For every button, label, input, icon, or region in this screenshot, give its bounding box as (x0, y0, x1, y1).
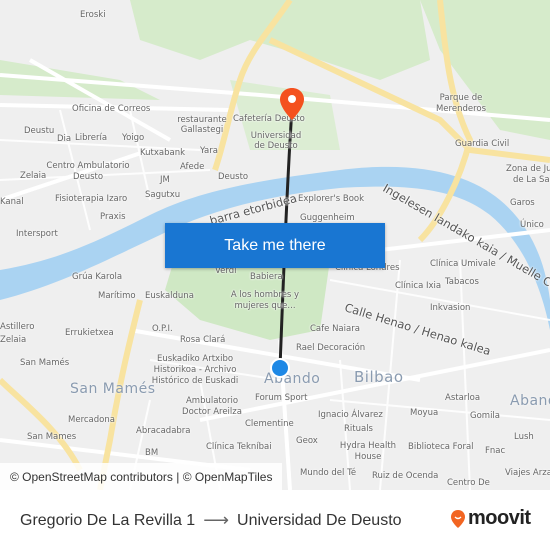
poi-label: Euskadiko Artxibo (156, 354, 234, 364)
destination-pin-icon[interactable] (279, 87, 305, 121)
poi-label: Universidad (250, 131, 302, 141)
city-label: Bilbao (354, 368, 404, 386)
poi-label: Astillero (0, 322, 35, 332)
poi-label: Rituals (344, 424, 373, 434)
poi-label: Zona de Ju (506, 164, 550, 174)
poi-label: Afede (180, 162, 205, 172)
poi-label: Deusto (218, 172, 249, 182)
poi-label: Zelaia (0, 335, 27, 345)
poi-label: Parque de (439, 93, 483, 103)
poi-label: Mundo del Té (300, 468, 357, 478)
poi-label: San Mames (27, 432, 77, 442)
poi-label: Dia (57, 134, 72, 144)
map-attribution[interactable]: © OpenStreetMap contributors | © OpenMap… (0, 463, 283, 490)
poi-label: JM (160, 175, 170, 185)
poi-label: House (354, 452, 382, 462)
poi-label: Rael Decoración (296, 343, 366, 353)
poi-label: Explorer's Book (298, 194, 365, 204)
destination-name: Universidad De Deusto (237, 511, 402, 529)
origin-name: Gregorio De La Revilla 1 (20, 511, 196, 529)
poi-label: Único (520, 220, 544, 230)
poi-label: Gomila (470, 411, 500, 421)
poi-label: Clínica Umivale (430, 259, 496, 269)
poi-label: Garos (510, 198, 535, 208)
poi-label: mujeres que... (234, 301, 296, 311)
poi-label: Ruiz de Ocenda (372, 471, 439, 481)
poi-label: Hydra Health (339, 441, 397, 451)
poi-label: Deustu (24, 126, 55, 136)
poi-label: Biblioteca Foral (408, 442, 474, 452)
poi-label: Ambulatorio (185, 396, 239, 406)
arrow-right-icon: ⟶ (203, 510, 230, 530)
map[interactable]: Eroski Oficina de Correos restaurante Ga… (0, 0, 550, 490)
poi-label: Guggenheim (300, 213, 355, 223)
poi-label: Fnac (485, 446, 506, 456)
poi-label: Euskalduna (145, 291, 194, 301)
poi-label: Clínica Ixia (395, 281, 442, 291)
moovit-wordmark: moovit (468, 507, 531, 529)
poi-label: Yara (200, 146, 218, 156)
poi-label: Moyua (410, 408, 439, 418)
poi-label: BM (145, 448, 159, 458)
poi-label: Yoigo (122, 133, 145, 143)
moovit-pin-icon (451, 509, 465, 528)
poi-label: Kanal (0, 197, 24, 207)
poi-label: Sagutxu (145, 190, 181, 200)
poi-label: Cafe Naiara (310, 324, 360, 334)
poi-label: Gallastegi (180, 125, 224, 135)
poi-label: Oficina de Correos (72, 104, 151, 114)
poi-label: de La Sa (513, 175, 550, 185)
origin-dot-icon[interactable] (269, 357, 291, 379)
poi-label: Guardia Civil (455, 139, 510, 149)
moovit-logo[interactable]: moovit (450, 507, 531, 530)
poi-label: de Deusto (254, 141, 298, 151)
poi-label: Ignacio Álvarez (318, 410, 383, 420)
poi-label: Forum Sport (255, 393, 308, 403)
poi-label: restaurante (177, 115, 227, 125)
poi-label: Viajes Arza (505, 468, 550, 478)
poi-label: O.P.I. (152, 324, 173, 334)
poi-label: Centro Ambulatorio (46, 161, 130, 171)
route-title: Gregorio De La Revilla 1 ⟶ Universidad D… (20, 510, 402, 531)
poi-label: Historikoa - Archivo (153, 365, 237, 375)
poi-label: San Mamés (20, 358, 70, 368)
poi-label: Inkvasion (430, 303, 471, 313)
poi-label: Librería (75, 133, 108, 143)
poi-label: Lush (514, 432, 534, 442)
poi-label: Clementine (245, 419, 294, 429)
poi-label: Deusto (72, 172, 104, 182)
district-label: Abando (510, 393, 550, 409)
poi-label: Intersport (16, 229, 58, 239)
poi-label: Grúa Karola (72, 272, 123, 282)
poi-label: Fisioterapia Izaro (55, 194, 128, 204)
district-label: San Mamés (70, 381, 156, 397)
take-me-there-button[interactable]: Take me there (165, 223, 385, 268)
poi-label: Zelaia (20, 171, 47, 181)
poi-label: Errukietxea (65, 328, 114, 338)
poi-label: Doctor Areilza (182, 407, 242, 417)
poi-label: Tabacos (445, 277, 479, 287)
footer-bar: Gregorio De La Revilla 1 ⟶ Universidad D… (0, 490, 550, 550)
poi-label: Kutxabank (140, 148, 186, 158)
poi-label: Rosa Clará (180, 335, 226, 345)
poi-label: Marítimo (98, 291, 136, 301)
poi-label: A los hombres y (230, 290, 300, 300)
poi-label: Abracadabra (136, 426, 191, 436)
poi-label: Eroski (80, 10, 106, 20)
poi-label: Astarloa (445, 393, 481, 403)
poi-label: Praxis (100, 212, 126, 222)
poi-label: Clínica Tekníbai (206, 442, 272, 452)
poi-label: Geox (296, 436, 318, 446)
poi-label: Histórico de Euskadi (151, 376, 239, 386)
poi-label: Merenderos (435, 104, 487, 114)
poi-label: Babiera (250, 272, 283, 282)
poi-label: Mercadona (68, 415, 115, 425)
poi-label: Centro De (447, 478, 490, 488)
